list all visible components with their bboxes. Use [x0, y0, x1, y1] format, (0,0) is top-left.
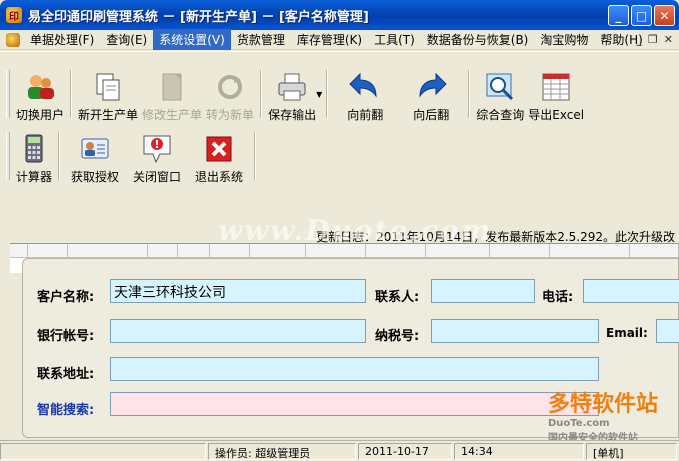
edit-order-button[interactable]: 修改生产单 — [140, 70, 204, 122]
menu-payments[interactable]: 货款管理 — [231, 29, 291, 50]
toolbar-grip[interactable] — [6, 70, 10, 118]
window-controls: _ □ ✕ — [608, 5, 675, 26]
contact-input[interactable] — [431, 279, 535, 303]
smart-search-label: 智能搜索: — [37, 403, 95, 418]
email-label: Email: — [606, 326, 648, 340]
mdi-minimize-icon[interactable]: _ — [636, 33, 642, 46]
close-window-button[interactable]: 关闭窗口 — [126, 132, 188, 184]
toolbar-row-main: 切换用户 新开生产单 修改生产单 转为新单 保存输出 ▼ 向前翻 向后翻 综合查… — [6, 70, 586, 122]
switch-user-icon — [22, 70, 58, 104]
duote-logo: 多特软件站 DuoTe.com 国内最安全的软件站 — [548, 392, 659, 444]
phone-label: 电话: — [542, 290, 574, 305]
customer-name-input[interactable]: 天津三环科技公司 — [110, 279, 366, 303]
save-output-dropdown-icon[interactable]: ▼ — [316, 90, 322, 99]
mdi-restore-icon[interactable]: ❐ — [648, 33, 658, 46]
email-input[interactable] — [656, 319, 679, 343]
close-window-icon — [139, 132, 175, 166]
page-back-button[interactable]: 向前翻 — [332, 70, 398, 122]
mdi-controls: _ ❐ ✕ — [636, 33, 673, 46]
menu-documents[interactable]: 单据处理(F) — [24, 29, 100, 50]
menu-bar: 单据处理(F) 查询(E) 系统设置(V) 货款管理 库存管理(K) 工具(T)… — [0, 29, 679, 50]
toolbar-row-utility: 计算器 获取授权 关闭窗口 退出系统 — [6, 132, 260, 184]
window-title: 易全印通印刷管理系统 － [新开生产单] － [客户名称管理] — [28, 9, 369, 25]
page-forward-button[interactable]: 向后翻 — [398, 70, 464, 122]
status-date: 2011-10-17 — [358, 443, 452, 460]
calculator-icon — [16, 132, 52, 166]
calculator-button[interactable]: 计算器 — [14, 132, 54, 184]
title-bar[interactable]: 印 易全印通印刷管理系统 － [新开生产单] － [客户名称管理] _ □ ✕ — [0, 0, 679, 30]
arrow-forward-icon — [413, 70, 449, 104]
tax-id-input[interactable] — [431, 319, 599, 343]
convert-order-button[interactable]: 转为新单 — [204, 70, 256, 122]
bank-account-input[interactable] — [110, 319, 366, 343]
maximize-button[interactable]: □ — [631, 5, 652, 26]
bank-account-label: 银行帐号: — [37, 329, 95, 344]
menu-tools[interactable]: 工具(T) — [368, 29, 421, 50]
toolbar: 切换用户 新开生产单 修改生产单 转为新单 保存输出 ▼ 向前翻 向后翻 综合查… — [0, 51, 679, 227]
smart-search-input[interactable] — [110, 392, 599, 416]
new-order-button[interactable]: 新开生产单 — [76, 70, 140, 122]
new-document-icon — [90, 70, 126, 104]
app-icon: 印 — [6, 7, 22, 23]
save-output-button[interactable]: 保存输出 — [266, 70, 318, 122]
status-operator: 操作员: 超级管理员 — [208, 443, 356, 460]
combined-search-button[interactable]: 综合查询 — [474, 70, 526, 122]
export-excel-button[interactable]: 导出Excel — [526, 70, 586, 122]
convert-icon — [212, 70, 248, 104]
customer-name-label: 客户名称: — [37, 290, 95, 305]
address-input[interactable] — [110, 357, 599, 381]
mdi-close-icon[interactable]: ✕ — [664, 33, 673, 46]
phone-input[interactable] — [583, 279, 679, 303]
excel-icon — [538, 70, 574, 104]
status-empty — [0, 443, 206, 460]
address-label: 联系地址: — [37, 367, 95, 382]
get-authorization-button[interactable]: 获取授权 — [64, 132, 126, 184]
printer-icon — [274, 70, 310, 104]
exit-system-button[interactable]: 退出系统 — [188, 132, 250, 184]
switch-user-button[interactable]: 切换用户 — [14, 70, 66, 122]
minimize-button[interactable]: _ — [608, 5, 629, 26]
tax-id-label: 纳税号: — [375, 329, 420, 344]
menu-app-icon[interactable] — [6, 32, 20, 47]
menu-query[interactable]: 查询(E) — [100, 29, 153, 50]
menu-inventory[interactable]: 库存管理(K) — [291, 29, 368, 50]
authorization-icon — [77, 132, 113, 166]
contact-label: 联系人: — [375, 290, 420, 305]
toolbar-grip-2[interactable] — [6, 132, 10, 180]
exit-icon — [201, 132, 237, 166]
status-bar: 操作员: 超级管理员 2011-10-17 14:34 [单机] — [0, 440, 679, 461]
status-mode: [单机] — [586, 443, 677, 460]
menu-taobao[interactable]: 淘宝购物 — [534, 29, 594, 50]
menu-settings[interactable]: 系统设置(V) — [153, 29, 231, 50]
search-icon — [482, 70, 518, 104]
arrow-back-icon — [347, 70, 383, 104]
edit-document-icon — [154, 70, 190, 104]
menu-backup[interactable]: 数据备份与恢复(B) — [421, 29, 535, 50]
close-button[interactable]: ✕ — [654, 5, 675, 26]
status-time: 14:34 — [454, 443, 584, 460]
